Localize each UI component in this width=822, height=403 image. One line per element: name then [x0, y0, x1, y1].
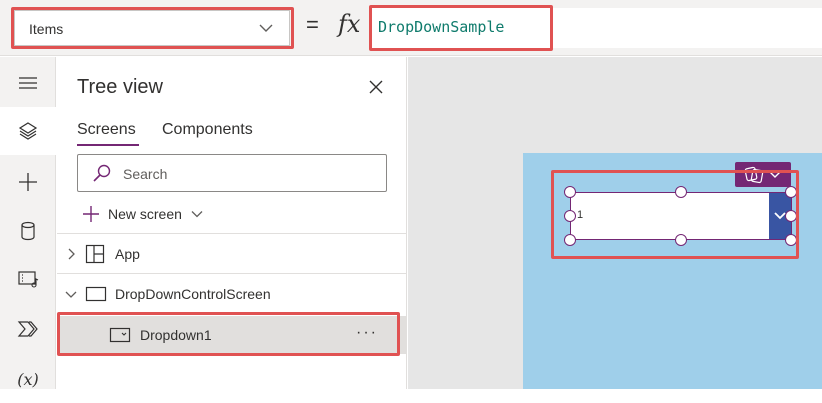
tree-view-title: Tree view: [77, 76, 163, 98]
plus-icon: [19, 173, 37, 191]
tree-item-app[interactable]: App: [57, 235, 407, 273]
media-icon: [18, 271, 39, 288]
fx-icon[interactable]: fx: [338, 10, 360, 38]
hamburger-menu-button[interactable]: [0, 59, 56, 107]
power-automate-button[interactable]: [0, 305, 56, 353]
tree-item-label: App: [115, 246, 140, 262]
search-placeholder: Search: [123, 166, 168, 182]
search-icon: [92, 164, 112, 189]
insert-button[interactable]: [0, 158, 56, 206]
tree-divider: [57, 273, 407, 274]
tree-view-button[interactable]: [0, 107, 56, 155]
new-screen-button[interactable]: New screen: [82, 203, 204, 225]
tab-components[interactable]: Components: [162, 121, 253, 139]
active-tab-indicator: [77, 144, 139, 146]
equals-sign: =: [306, 12, 319, 37]
chevron-right-icon[interactable]: [65, 247, 77, 266]
hamburger-menu-icon: [19, 77, 37, 89]
tab-screens[interactable]: Screens: [77, 121, 136, 139]
left-rail: (x): [0, 57, 56, 389]
chevron-down-icon[interactable]: [64, 288, 78, 306]
tree-item-screen[interactable]: DropDownControlScreen: [57, 275, 407, 313]
tree-item-label: DropDownControlScreen: [115, 286, 271, 302]
layers-icon: [18, 122, 38, 140]
highlight-box: [551, 170, 799, 259]
tree-divider: [57, 233, 407, 234]
variables-icon: (x): [17, 369, 39, 389]
new-screen-label: New screen: [108, 206, 182, 222]
highlight-box: [11, 7, 294, 49]
data-button[interactable]: [0, 207, 56, 255]
highlight-box: [57, 312, 400, 356]
variables-button[interactable]: (x): [0, 355, 56, 403]
media-button[interactable]: [0, 255, 56, 303]
highlight-box: [369, 5, 553, 51]
power-automate-icon: [17, 321, 38, 337]
chevron-down-icon: [191, 211, 203, 218]
screen-icon: [85, 286, 107, 307]
plus-icon: [83, 206, 99, 222]
database-icon: [21, 221, 35, 241]
search-input[interactable]: Search: [77, 154, 387, 192]
close-icon[interactable]: [366, 77, 386, 102]
app-icon: [85, 244, 105, 269]
